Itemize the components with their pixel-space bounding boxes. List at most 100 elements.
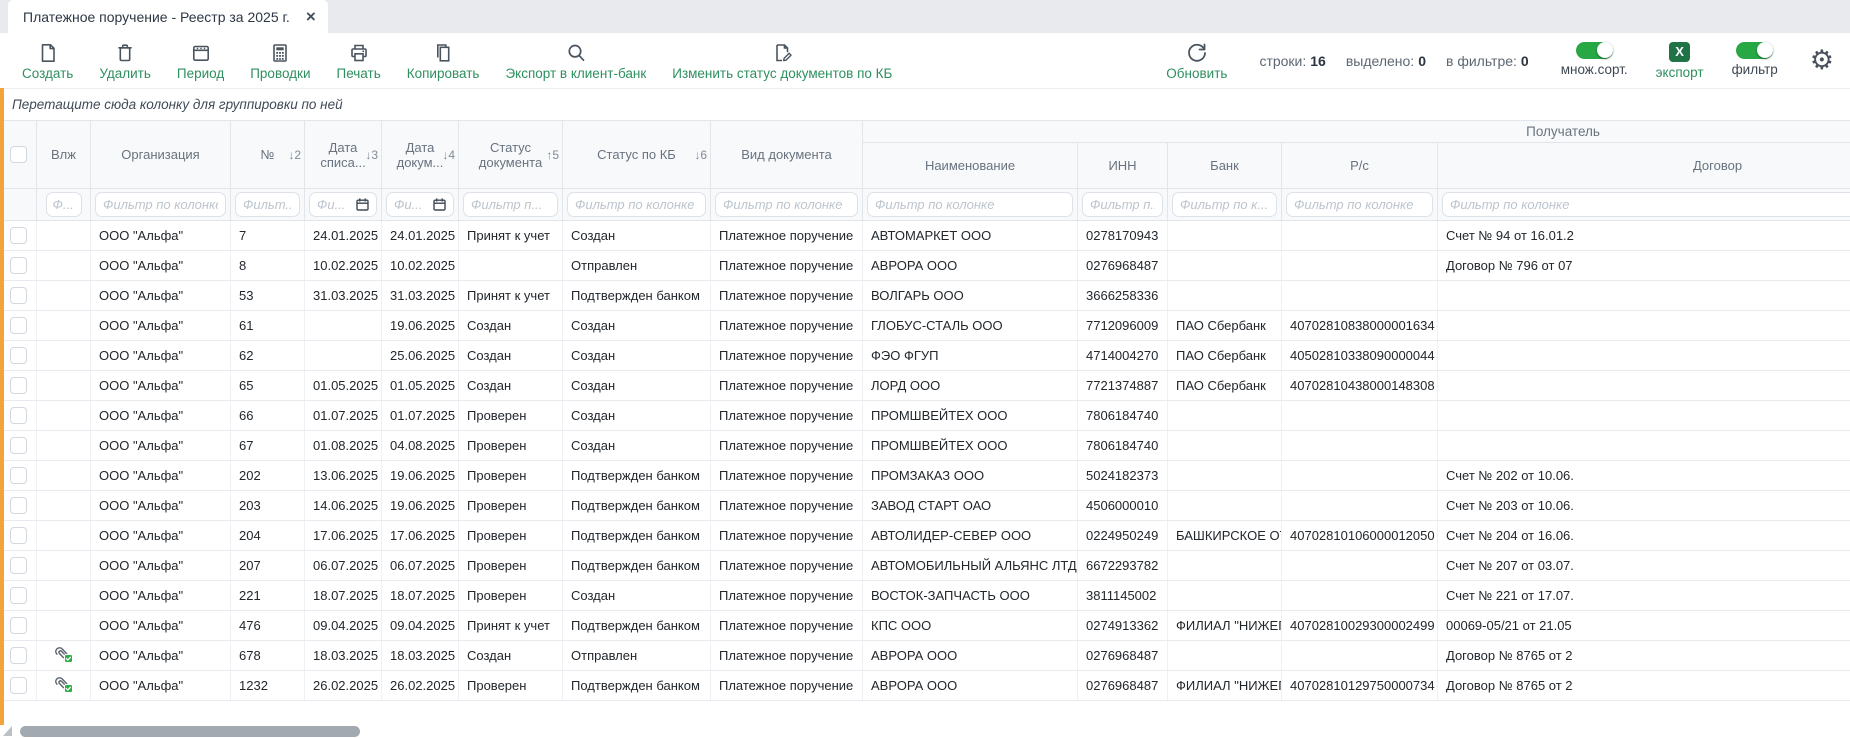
table-row[interactable]: ООО "Альфа"20213.06.202519.06.2025Провер… bbox=[1, 461, 1850, 491]
table-row[interactable]: ООО "Альфа"5331.03.202531.03.2025Принят … bbox=[1, 281, 1850, 311]
scroll-corner-icon bbox=[3, 726, 12, 736]
row-checkbox[interactable] bbox=[10, 617, 27, 634]
table-row[interactable]: ООО "Альфа"20314.06.202519.06.2025Провер… bbox=[1, 491, 1850, 521]
header-account[interactable]: Р/с bbox=[1282, 143, 1438, 189]
filter-input-status_doc[interactable] bbox=[471, 197, 550, 212]
row-checkbox[interactable] bbox=[10, 227, 27, 244]
cell-attach bbox=[37, 491, 91, 521]
filter-input-attach[interactable] bbox=[53, 197, 75, 212]
filter-input-status_kb[interactable] bbox=[575, 197, 698, 212]
cell-select bbox=[1, 251, 37, 281]
table-row[interactable]: ООО "Альфа"6701.08.202504.08.2025Провере… bbox=[1, 431, 1850, 461]
row-checkbox[interactable] bbox=[10, 347, 27, 364]
row-checkbox[interactable] bbox=[10, 437, 27, 454]
scrollbar-thumb[interactable] bbox=[20, 726, 360, 737]
cell-contract bbox=[1438, 311, 1850, 341]
calendar-icon[interactable] bbox=[356, 198, 369, 211]
horizontal-scrollbar[interactable] bbox=[0, 725, 1850, 738]
filter-input-doc_type[interactable] bbox=[723, 197, 850, 212]
row-checkbox[interactable] bbox=[10, 527, 27, 544]
row-checkbox[interactable] bbox=[10, 377, 27, 394]
header-date_doc[interactable]: Дата докум...↓4 bbox=[382, 121, 459, 189]
filter-input-num[interactable] bbox=[243, 197, 292, 212]
toggle-export[interactable]: Xэкспорт bbox=[1656, 42, 1704, 80]
cell-inn: 7806184740 bbox=[1078, 401, 1168, 431]
cell-contract bbox=[1438, 281, 1850, 311]
row-checkbox[interactable] bbox=[10, 677, 27, 694]
tab-payment-register[interactable]: Платежное поручение - Реестр за 2025 г. … bbox=[8, 0, 328, 33]
close-icon[interactable]: × bbox=[306, 8, 316, 25]
sort-indicator: ↓4 bbox=[442, 148, 455, 162]
toggle-multi-sort[interactable]: множ.сорт. bbox=[1561, 42, 1628, 80]
toolbar-button-period[interactable]: Период bbox=[177, 40, 224, 81]
row-checkbox[interactable] bbox=[10, 497, 27, 514]
toolbar-button-export-client-bank[interactable]: Экспорт в клиент-банк bbox=[505, 40, 646, 81]
toolbar-buttons: Создать Удалить Период Проводки Печать Копиро… bbox=[22, 40, 892, 81]
filter-switch[interactable] bbox=[1736, 42, 1773, 59]
row-checkbox[interactable] bbox=[10, 287, 27, 304]
toolbar-button-create[interactable]: Создать bbox=[22, 40, 73, 81]
document-edit-icon bbox=[771, 40, 793, 65]
refresh-icon bbox=[1185, 40, 1209, 65]
gear-icon[interactable]: ⚙ bbox=[1810, 47, 1834, 74]
toggle-filter[interactable]: фильтр bbox=[1732, 42, 1778, 80]
cell-bank bbox=[1168, 491, 1282, 521]
row-checkbox[interactable] bbox=[10, 317, 27, 334]
payments-table: ВлжОрганизация№↓2Дата списа...↓3Дата док… bbox=[0, 120, 1850, 701]
filter-input-bank[interactable] bbox=[1180, 197, 1269, 212]
row-checkbox[interactable] bbox=[10, 407, 27, 424]
table-row[interactable]: ООО "Альфа"724.01.202524.01.2025Принят к… bbox=[1, 221, 1850, 251]
filter-input-contract[interactable] bbox=[1450, 197, 1850, 212]
header-name[interactable]: Наименование bbox=[863, 143, 1078, 189]
filter-input-account[interactable] bbox=[1294, 197, 1425, 212]
toolbar-button-copy[interactable]: Копировать bbox=[407, 40, 480, 81]
table-row[interactable]: ООО "Альфа"123226.02.202526.02.2025Прове… bbox=[1, 671, 1850, 701]
table-row[interactable]: ООО "Альфа"6225.06.2025СозданСозданПлате… bbox=[1, 341, 1850, 371]
table-row[interactable]: ООО "Альфа"20417.06.202517.06.2025Провер… bbox=[1, 521, 1850, 551]
header-org[interactable]: Организация bbox=[91, 121, 231, 189]
table-row[interactable]: ООО "Альфа"22118.07.202518.07.2025Провер… bbox=[1, 581, 1850, 611]
selected-counter-value: 0 bbox=[1418, 53, 1426, 69]
toolbar-button-postings[interactable]: Проводки bbox=[250, 40, 310, 81]
filter-input-date_writeoff[interactable] bbox=[317, 197, 353, 212]
header-status_kb[interactable]: Статус по КБ↓6 bbox=[563, 121, 711, 189]
table-row[interactable]: ООО "Альфа"20706.07.202506.07.2025Провер… bbox=[1, 551, 1850, 581]
row-checkbox[interactable] bbox=[10, 587, 27, 604]
excel-icon[interactable]: X bbox=[1669, 42, 1690, 62]
header-status_doc[interactable]: Статус документа↑5 bbox=[459, 121, 563, 189]
filter-input-inn[interactable] bbox=[1090, 197, 1155, 212]
select-all-checkbox[interactable] bbox=[10, 146, 27, 163]
select-all-header[interactable] bbox=[1, 121, 37, 189]
calendar-icon[interactable] bbox=[433, 198, 446, 211]
cell-contract: Договор № 8765 от 2 bbox=[1438, 671, 1850, 701]
header-num[interactable]: №↓2 bbox=[231, 121, 305, 189]
row-checkbox[interactable] bbox=[10, 557, 27, 574]
row-checkbox[interactable] bbox=[10, 257, 27, 274]
row-checkbox[interactable] bbox=[10, 467, 27, 484]
header-bank[interactable]: Банк bbox=[1168, 143, 1282, 189]
group-by-bar[interactable]: Перетащите сюда колонку для группировки … bbox=[0, 88, 1850, 120]
header-attach[interactable]: Влж bbox=[37, 121, 91, 189]
table-row[interactable]: ООО "Альфа"6119.06.2025СозданСозданПлате… bbox=[1, 311, 1850, 341]
filter-input-org[interactable] bbox=[103, 197, 218, 212]
toolbar-button-print[interactable]: Печать bbox=[337, 40, 381, 81]
cell-account bbox=[1282, 251, 1438, 281]
table-row[interactable]: ООО "Альфа"810.02.202510.02.2025Отправле… bbox=[1, 251, 1850, 281]
table-row[interactable]: ООО "Альфа"67818.03.202518.03.2025Создан… bbox=[1, 641, 1850, 671]
refresh-button[interactable]: Обновить bbox=[1166, 40, 1227, 81]
header-contract[interactable]: Договор bbox=[1438, 143, 1850, 189]
toolbar-button-change-kb-status[interactable]: Изменить статус документов по КБ bbox=[672, 40, 892, 81]
row-checkbox[interactable] bbox=[10, 647, 27, 664]
multi-sort-switch[interactable] bbox=[1576, 42, 1613, 59]
header-doc_type[interactable]: Вид документа bbox=[711, 121, 863, 189]
toolbar-button-delete[interactable]: Удалить bbox=[99, 40, 151, 81]
filter-input-date_doc[interactable] bbox=[394, 197, 430, 212]
table-row[interactable]: ООО "Альфа"6601.07.202501.07.2025Провере… bbox=[1, 401, 1850, 431]
cell-inn: 0274913362 bbox=[1078, 611, 1168, 641]
header-date_writeoff[interactable]: Дата списа...↓3 bbox=[305, 121, 382, 189]
table-row[interactable]: ООО "Альфа"47609.04.202509.04.2025Принят… bbox=[1, 611, 1850, 641]
table-row[interactable]: ООО "Альфа"6501.05.202501.05.2025СозданС… bbox=[1, 371, 1850, 401]
toggle-label-export: экспорт bbox=[1656, 65, 1704, 80]
filter-input-name[interactable] bbox=[875, 197, 1065, 212]
header-inn[interactable]: ИНН bbox=[1078, 143, 1168, 189]
